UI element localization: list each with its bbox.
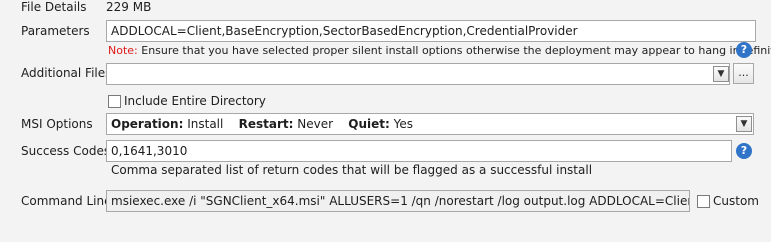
custom-label: Custom xyxy=(713,194,759,208)
success-codes-label: Success Codes xyxy=(21,144,111,158)
include-directory-checkbox[interactable] xyxy=(108,95,121,108)
browse-button[interactable]: ... xyxy=(733,63,754,84)
quiet-value: Yes xyxy=(393,117,414,131)
file-details-value: 229 MB xyxy=(106,0,152,14)
operation-label: Operation: xyxy=(111,117,184,131)
success-codes-input[interactable]: 0,1641,3010 xyxy=(106,140,732,162)
msi-options-select[interactable]: Operation: Install Restart: Never Quiet:… xyxy=(106,113,754,135)
quiet-label: Quiet: xyxy=(348,117,390,131)
command-line-label: Command Line xyxy=(21,194,112,208)
msi-options-label: MSI Options xyxy=(21,117,93,131)
help-icon[interactable]: ? xyxy=(736,143,752,159)
custom-checkbox[interactable] xyxy=(697,195,710,208)
parameters-label: Parameters xyxy=(21,24,90,38)
additional-files-combo[interactable] xyxy=(106,63,730,85)
chevron-down-icon[interactable]: ▼ xyxy=(736,116,752,132)
chevron-down-icon[interactable]: ▼ xyxy=(713,66,729,82)
include-directory-label: Include Entire Directory xyxy=(124,94,266,108)
file-details-label: File Details xyxy=(21,0,87,14)
restart-value: Never xyxy=(297,117,334,131)
help-icon[interactable]: ? xyxy=(736,42,752,58)
success-codes-hint: Comma separated list of return codes tha… xyxy=(111,163,593,177)
operation-value: Install xyxy=(187,117,224,131)
restart-label: Restart: xyxy=(238,117,294,131)
parameters-input[interactable]: ADDLOCAL=Client,BaseEncryption,SectorBas… xyxy=(106,20,756,42)
parameters-note: Note: Ensure that you have selected prop… xyxy=(108,44,771,57)
additional-files-label: Additional Files xyxy=(21,66,112,80)
note-prefix: Note: xyxy=(108,44,138,57)
command-line-field[interactable]: msiexec.exe /i "SGNClient_x64.msi" ALLUS… xyxy=(106,190,690,212)
note-text: Ensure that you have selected proper sil… xyxy=(141,44,771,57)
